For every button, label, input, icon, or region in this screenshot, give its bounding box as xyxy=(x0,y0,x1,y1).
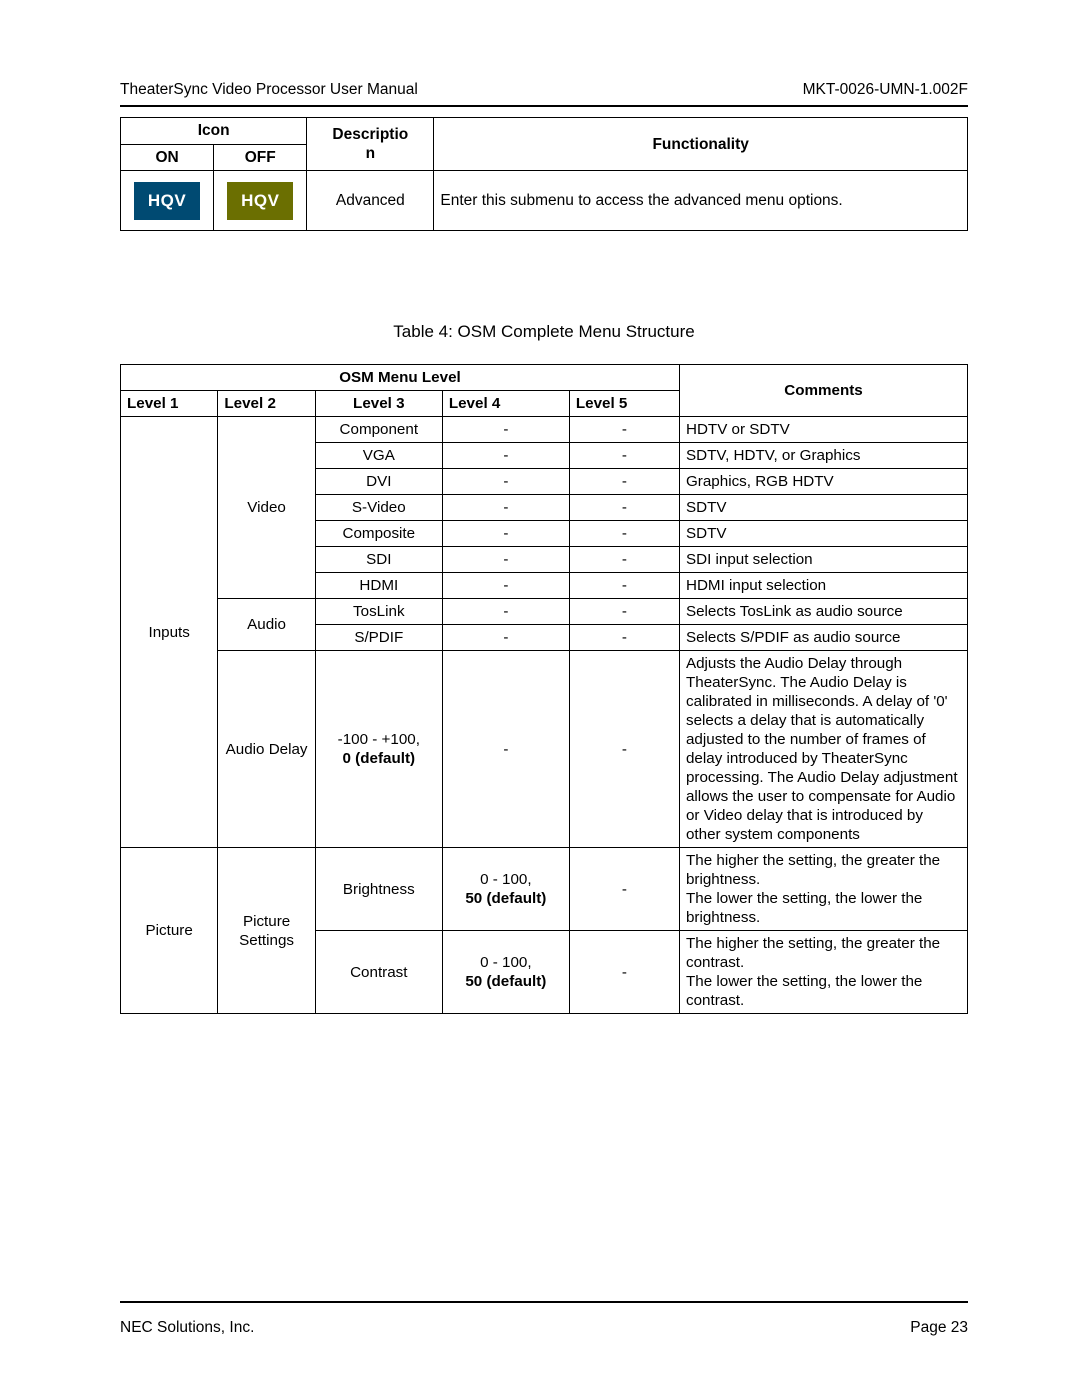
off-header: OFF xyxy=(214,144,307,170)
comments-cell: SDI input selection xyxy=(679,547,967,573)
level5-cell: - xyxy=(569,547,679,573)
level2-cell: Picture Settings xyxy=(218,848,315,1014)
level2-header: Level 2 xyxy=(218,391,315,417)
level5-cell: - xyxy=(569,651,679,848)
level5-cell: - xyxy=(569,469,679,495)
level3-header: Level 3 xyxy=(315,391,442,417)
level5-header: Level 5 xyxy=(569,391,679,417)
level4-cell: - xyxy=(442,469,569,495)
level4-cell: - xyxy=(442,651,569,848)
level4-cell: - xyxy=(442,443,569,469)
level2-cell: Audio xyxy=(218,599,315,651)
level4-cell: - xyxy=(442,625,569,651)
comments-cell: HDMI input selection xyxy=(679,573,967,599)
level3-cell: HDMI xyxy=(315,573,442,599)
page: TheaterSync Video Processor User Manual … xyxy=(0,0,1080,1397)
level5-cell: - xyxy=(569,848,679,931)
level3-cell: SDI xyxy=(315,547,442,573)
footer-rule xyxy=(120,1301,968,1303)
comments-cell: Graphics, RGB HDTV xyxy=(679,469,967,495)
hqv-off-icon: HQV xyxy=(227,182,293,220)
level3-cell: TosLink xyxy=(315,599,442,625)
footer-right: Page 23 xyxy=(910,1318,968,1337)
level1-header: Level 1 xyxy=(121,391,218,417)
level3-cell: -100 - +100,0 (default) xyxy=(315,651,442,848)
header-rule xyxy=(120,105,968,107)
level4-header: Level 4 xyxy=(442,391,569,417)
table2-caption: Table 4: OSM Complete Menu Structure xyxy=(120,321,968,342)
functionality-cell: Enter this submenu to access the advance… xyxy=(434,171,968,231)
icon-on-cell: HQV xyxy=(121,171,214,231)
comments-cell: SDTV xyxy=(679,495,967,521)
level3-cell: DVI xyxy=(315,469,442,495)
level5-cell: - xyxy=(569,417,679,443)
comments-cell: Adjusts the Audio Delay through TheaterS… xyxy=(679,651,967,848)
level5-cell: - xyxy=(569,495,679,521)
level3-cell: Contrast xyxy=(315,931,442,1014)
page-footer: NEC Solutions, Inc. Page 23 xyxy=(120,1318,968,1337)
icon-off-cell: HQV xyxy=(214,171,307,231)
level3-cell: VGA xyxy=(315,443,442,469)
level3-cell: Component xyxy=(315,417,442,443)
level5-cell: - xyxy=(569,521,679,547)
table-row: AudioTosLink--Selects TosLink as audio s… xyxy=(121,599,968,625)
comments-cell: The higher the setting, the greater the … xyxy=(679,931,967,1014)
description-header-part2: n xyxy=(366,145,375,162)
comments-cell: Selects S/PDIF as audio source xyxy=(679,625,967,651)
page-header: TheaterSync Video Processor User Manual … xyxy=(120,80,968,99)
level3-cell: Composite xyxy=(315,521,442,547)
hqv-on-icon: HQV xyxy=(134,182,200,220)
level1-cell: Inputs xyxy=(121,417,218,848)
osm-menu-table: OSM Menu LevelCommentsLevel 1Level 2Leve… xyxy=(120,364,968,1014)
comments-cell: SDTV xyxy=(679,521,967,547)
level3-cell: Brightness xyxy=(315,848,442,931)
level5-cell: - xyxy=(569,443,679,469)
level4-cell: - xyxy=(442,495,569,521)
comments-cell: HDTV or SDTV xyxy=(679,417,967,443)
level5-cell: - xyxy=(569,573,679,599)
header-right: MKT-0026-UMN-1.002F xyxy=(803,80,968,99)
comments-cell: The higher the setting, the greater the … xyxy=(679,848,967,931)
level2-cell: Audio Delay xyxy=(218,651,315,848)
level5-cell: - xyxy=(569,625,679,651)
description-header: Descriptio n xyxy=(307,118,434,171)
level5-cell: - xyxy=(569,931,679,1014)
icon-table: Icon Descriptio n Functionality ON OFF H… xyxy=(120,117,968,231)
description-cell: Advanced xyxy=(307,171,434,231)
table-row: HQV HQV Advanced Enter this submenu to a… xyxy=(121,171,968,231)
level4-cell: 0 - 100,50 (default) xyxy=(442,931,569,1014)
level4-cell: 0 - 100,50 (default) xyxy=(442,848,569,931)
level4-cell: - xyxy=(442,417,569,443)
on-header: ON xyxy=(121,144,214,170)
table-row: Audio Delay-100 - +100,0 (default)--Adju… xyxy=(121,651,968,848)
comments-cell: SDTV, HDTV, or Graphics xyxy=(679,443,967,469)
level3-cell: S-Video xyxy=(315,495,442,521)
table-row: OSM Menu LevelComments xyxy=(121,365,968,391)
level4-cell: - xyxy=(442,547,569,573)
level4-cell: - xyxy=(442,573,569,599)
comments-header: Comments xyxy=(679,365,967,417)
icon-header: Icon xyxy=(121,118,307,144)
table-row: PicturePicture SettingsBrightness0 - 100… xyxy=(121,848,968,931)
level1-cell: Picture xyxy=(121,848,218,1014)
osm-menu-level-header: OSM Menu Level xyxy=(121,365,680,391)
description-header-part1: Descriptio xyxy=(332,126,408,143)
footer-left: NEC Solutions, Inc. xyxy=(120,1318,254,1337)
level2-cell: Video xyxy=(218,417,315,599)
functionality-header: Functionality xyxy=(434,118,968,171)
table-row: Icon Descriptio n Functionality xyxy=(121,118,968,144)
level4-cell: - xyxy=(442,521,569,547)
level5-cell: - xyxy=(569,599,679,625)
header-left: TheaterSync Video Processor User Manual xyxy=(120,80,418,99)
level4-cell: - xyxy=(442,599,569,625)
level3-cell: S/PDIF xyxy=(315,625,442,651)
comments-cell: Selects TosLink as audio source xyxy=(679,599,967,625)
table-row: InputsVideoComponent--HDTV or SDTV xyxy=(121,417,968,443)
